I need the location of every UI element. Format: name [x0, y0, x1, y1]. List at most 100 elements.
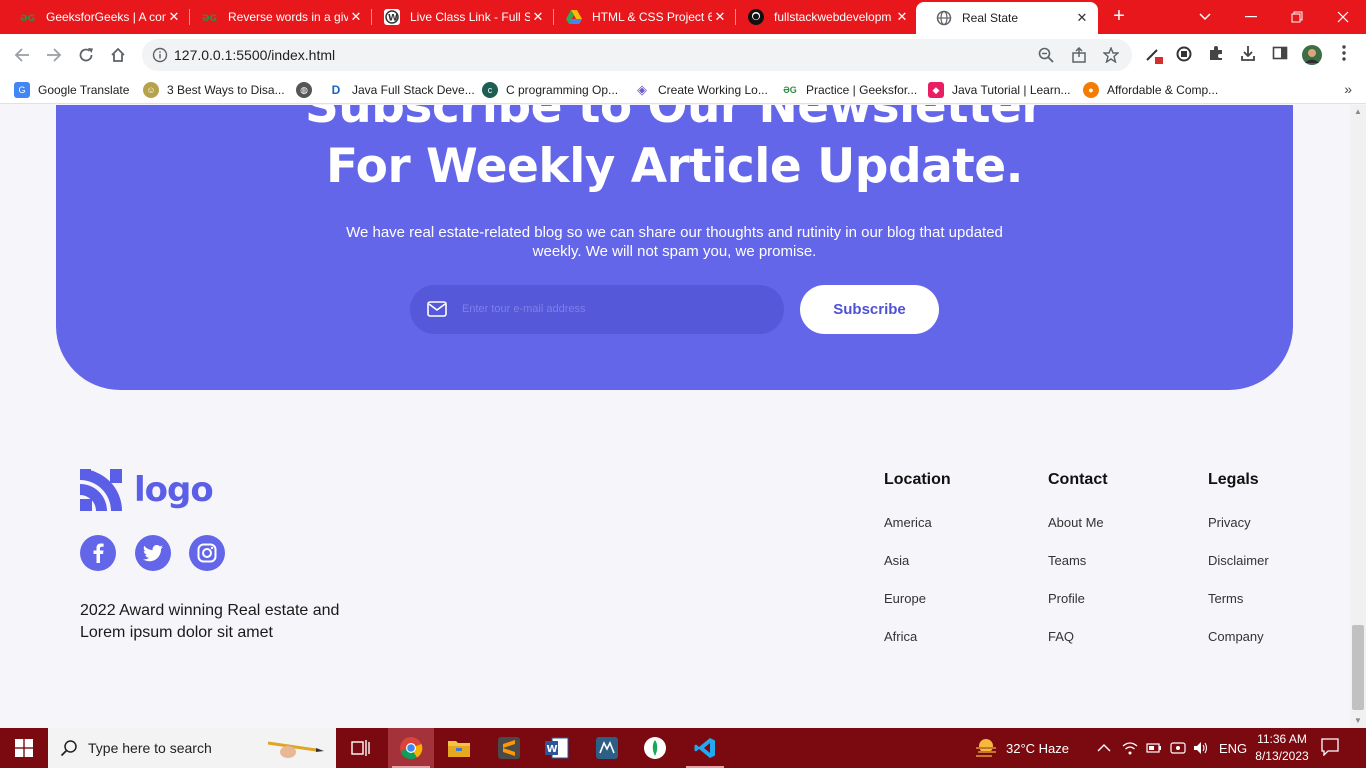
weather-widget[interactable]: 32°C Haze [974, 728, 1069, 768]
network-icon[interactable] [1122, 728, 1138, 768]
face-icon: ☺ [143, 82, 159, 98]
twitter-icon[interactable] [135, 535, 171, 571]
bookmark-item[interactable]: ◍ [296, 81, 320, 99]
restore-button[interactable] [1274, 0, 1320, 34]
share-icon[interactable] [1070, 46, 1088, 65]
email-input[interactable] [462, 298, 762, 320]
windows-taskbar: Type here to search W 32°C Haze ENG 11:3… [0, 728, 1366, 768]
sync-extension-icon[interactable] [1174, 45, 1194, 65]
windows-start-button[interactable] [0, 728, 48, 768]
page-scrollbar[interactable]: ▲ ▼ [1350, 105, 1366, 728]
facebook-icon[interactable] [80, 535, 116, 571]
zoom-icon[interactable] [1037, 47, 1055, 65]
bookmark-item[interactable]: ƏG Practice | Geeksfor... [782, 81, 917, 99]
taskbar-search-box[interactable]: Type here to search [48, 728, 336, 768]
cube-icon: ◆ [928, 82, 944, 98]
language-indicator[interactable]: ENG [1219, 728, 1247, 768]
bookmark-item[interactable]: ● Affordable & Comp... [1083, 81, 1218, 99]
scroll-up-arrow-icon[interactable]: ▲ [1350, 105, 1366, 119]
tab-search-icon[interactable] [1182, 0, 1228, 34]
sublime-text-icon[interactable] [486, 728, 532, 768]
bookmark-item[interactable]: G Google Translate [14, 81, 129, 99]
menu-icon[interactable] [1334, 45, 1354, 65]
browser-tab[interactable]: HTML & CSS Project 6 ✕ [546, 0, 736, 34]
footer-link[interactable]: Company [1208, 629, 1264, 644]
browser-tab[interactable]: ƏG GeeksforGeeks | A com ✕ [0, 0, 190, 34]
file-explorer-icon[interactable] [436, 728, 482, 768]
close-icon[interactable]: ✕ [166, 9, 182, 25]
bookmark-star-icon[interactable] [1102, 46, 1120, 65]
footer-link[interactable]: America [884, 515, 932, 530]
footer-link[interactable]: Disclaimer [1208, 553, 1269, 568]
bookmark-label: Google Translate [38, 83, 130, 97]
system-clock[interactable]: 11:36 AM 8/13/2023 [1250, 731, 1314, 765]
pen-extension-icon[interactable] [1144, 45, 1164, 65]
address-bar[interactable]: 127.0.0.1:5500/index.html [142, 39, 1132, 71]
footer-link[interactable]: Profile [1048, 591, 1085, 606]
battery-icon[interactable] [1146, 728, 1162, 768]
notification-center-icon[interactable] [1320, 738, 1344, 758]
email-field[interactable] [410, 285, 784, 334]
close-icon[interactable]: ✕ [530, 9, 546, 25]
mysql-workbench-icon[interactable] [584, 728, 630, 768]
globe-icon: ◍ [296, 82, 312, 98]
mongodb-compass-icon[interactable] [632, 728, 678, 768]
close-icon[interactable]: ✕ [348, 9, 364, 25]
close-window-button[interactable] [1320, 0, 1366, 34]
new-tab-button[interactable]: + [1108, 6, 1130, 28]
task-view-icon[interactable] [338, 728, 384, 768]
footer-link[interactable]: Terms [1208, 591, 1243, 606]
mail-icon [427, 301, 447, 317]
close-icon[interactable]: ✕ [894, 9, 910, 25]
chevron-right-icon[interactable]: » [1344, 81, 1352, 97]
home-button[interactable] [107, 44, 129, 66]
footer-link[interactable]: Teams [1048, 553, 1086, 568]
footer-column-location: Location America Asia Europe Africa [884, 471, 951, 644]
footer-link[interactable]: Europe [884, 591, 926, 606]
download-icon[interactable] [1238, 45, 1258, 65]
profile-avatar[interactable] [1302, 45, 1322, 65]
google-translate-icon: G [14, 82, 30, 98]
minimize-button[interactable] [1228, 0, 1274, 34]
footer-link[interactable]: Privacy [1208, 515, 1251, 530]
volume-icon[interactable] [1193, 728, 1209, 768]
extensions-icon[interactable] [1206, 45, 1226, 65]
bookmark-label: Java Full Stack Deve... [352, 83, 475, 97]
vscode-icon[interactable] [682, 728, 728, 768]
back-button[interactable] [11, 44, 33, 66]
meet-now-icon[interactable] [1170, 728, 1186, 768]
footer-link[interactable]: About Me [1048, 515, 1104, 530]
close-icon[interactable]: ✕ [712, 9, 728, 25]
instagram-icon[interactable] [189, 535, 225, 571]
footer-link[interactable]: FAQ [1048, 629, 1074, 644]
wordpress-icon: W [384, 9, 400, 25]
scrollbar-thumb[interactable] [1352, 625, 1364, 710]
bookmark-item[interactable]: ☺ 3 Best Ways to Disa... [143, 81, 285, 99]
logo-icon [80, 469, 122, 511]
close-icon[interactable]: ✕ [1074, 10, 1090, 26]
footer-link[interactable]: Africa [884, 629, 917, 644]
side-panel-icon[interactable] [1270, 45, 1290, 65]
forward-button[interactable] [43, 44, 65, 66]
svg-text:W: W [547, 744, 558, 755]
tab-title: HTML & CSS Project 6 [592, 10, 712, 24]
bookmark-item[interactable]: ◈ Create Working Lo... [634, 81, 768, 99]
bookmark-item[interactable]: D Java Full Stack Deve... [328, 81, 475, 99]
bookmark-item[interactable]: ◆ Java Tutorial | Learn... [928, 81, 1071, 99]
scroll-down-arrow-icon[interactable]: ▼ [1350, 714, 1366, 728]
subscribe-button[interactable]: Subscribe [800, 285, 939, 334]
windows-logo-icon [15, 739, 33, 757]
word-icon[interactable]: W [534, 728, 580, 768]
info-icon[interactable] [152, 47, 168, 63]
browser-tab[interactable]: ƏG Reverse words in a giv ✕ [182, 0, 372, 34]
browser-tab[interactable]: fullstackwebdevelopm ✕ [728, 0, 918, 34]
show-hidden-icons-button[interactable] [1097, 728, 1111, 768]
reload-button[interactable] [75, 44, 97, 66]
footer-logo[interactable]: logo [80, 468, 214, 512]
tab-title: Reverse words in a giv [228, 10, 348, 24]
browser-tab[interactable]: W Live Class Link - Full St ✕ [364, 0, 554, 34]
footer-link[interactable]: Asia [884, 553, 909, 568]
chrome-taskbar-icon[interactable] [388, 728, 434, 768]
bookmark-item[interactable]: c C programming Op... [482, 81, 618, 99]
browser-tab-active[interactable]: Real State ✕ [916, 2, 1098, 34]
